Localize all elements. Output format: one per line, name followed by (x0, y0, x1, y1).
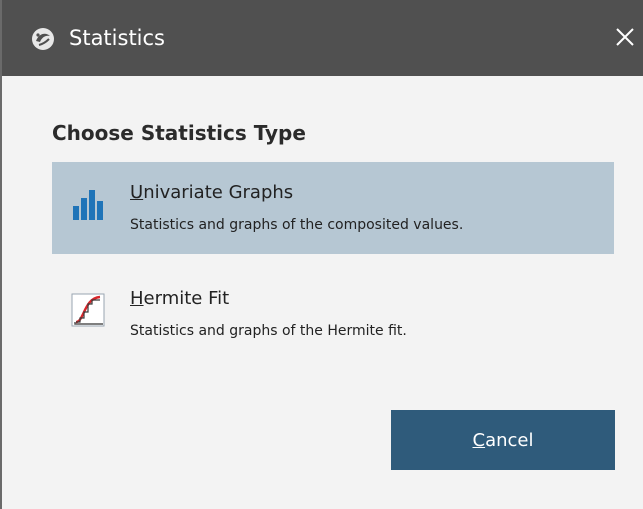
cancel-button[interactable]: Cancel (391, 410, 615, 470)
option-description: Statistics and graphs of the composited … (130, 217, 464, 233)
close-icon[interactable] (613, 25, 637, 49)
title-bar: Statistics (2, 0, 643, 76)
option-title: Hermite Fit (130, 288, 230, 309)
page-title: Choose Statistics Type (52, 121, 306, 145)
option-title: Univariate Graphs (130, 182, 294, 203)
hermite-fit-option[interactable]: Hermite Fit Statistics and graphs of the… (52, 268, 614, 360)
app-logo-icon (32, 28, 54, 50)
window-title: Statistics (69, 26, 165, 50)
bar-chart-icon (73, 190, 103, 220)
statistics-dialog: Statistics Choose Statistics Type Univar… (0, 0, 643, 509)
hermite-curve-icon (71, 293, 105, 327)
option-description: Statistics and graphs of the Hermite fit… (130, 323, 407, 339)
univariate-graphs-option[interactable]: Univariate Graphs Statistics and graphs … (52, 162, 614, 254)
